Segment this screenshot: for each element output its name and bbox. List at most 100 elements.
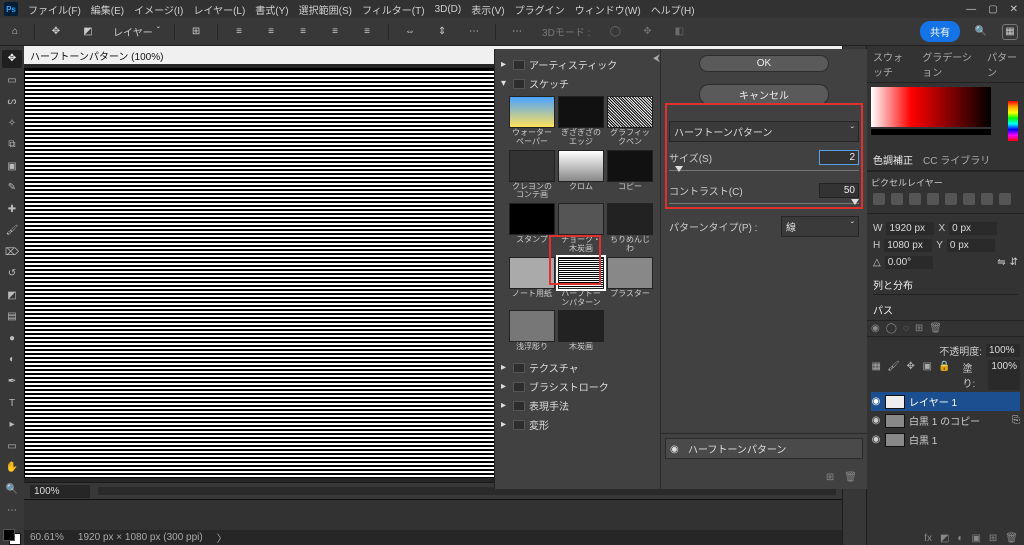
param-size-input[interactable] [819,150,859,165]
history-brush-icon[interactable]: ↺ [2,265,22,283]
hue-strip[interactable] [1008,101,1018,141]
category-distort[interactable]: ▸変形 [499,415,656,434]
thumb-chrome[interactable]: クロム [558,150,604,201]
visibility-toggle-icon[interactable]: ◉ [871,396,881,407]
layer-dropdown[interactable]: レイヤー ˇ [109,22,164,41]
category-artistic[interactable]: ▸アーティスティック [499,55,656,74]
category-brushstrokes[interactable]: ▸ブラシストローク [499,377,656,396]
edit-toolbar-icon[interactable]: ⋯ [2,502,22,520]
lock-all-icon[interactable]: 🔒 [939,360,951,372]
stamp-tool-icon[interactable]: ⌦ [2,244,22,262]
adjustment-layer-icon[interactable]: ◐ [957,533,963,544]
tab-gradients[interactable]: グラデーション [922,49,977,79]
move-tool-icon[interactable]: ✥ [45,21,67,43]
param-contrast-slider[interactable] [669,200,859,208]
fx-icon[interactable]: fx [924,533,932,544]
ok-button[interactable]: OK [699,55,829,72]
adj-brightness-icon[interactable] [873,193,885,205]
move-tool-icon[interactable]: ✥ [2,50,22,68]
layer-row[interactable]: ◉ 白黒 1 [871,430,1020,449]
thumb-photocopy[interactable]: コピー [607,150,653,201]
minimize-icon[interactable]: ― [966,4,976,15]
heal-tool-icon[interactable]: ✚ [2,201,22,219]
param-contrast-input[interactable] [819,183,859,198]
dodge-tool-icon[interactable]: ◐ [2,351,22,369]
align-middle-icon[interactable]: ≡ [356,21,378,43]
filter-type-dropdown[interactable]: ハーフトーンパターンˇ [669,121,859,142]
tab-cclibrary[interactable]: CC ライブラリ [923,152,990,167]
distribute-space-icon[interactable]: ⋯ [463,21,485,43]
adj-bw-icon[interactable] [981,193,993,205]
prop-w[interactable]: 1920 px [886,222,934,235]
eyedropper-tool-icon[interactable]: ✎ [2,179,22,197]
share-button[interactable]: 共有 [920,21,960,42]
pen-tool-icon[interactable]: ✒ [2,373,22,391]
align-right-icon[interactable]: ≡ [292,21,314,43]
thumb-graphic-pen[interactable]: グラフィックペン [607,96,653,147]
align-center-icon[interactable]: ≡ [260,21,282,43]
trash-icon[interactable]: 🗑 [844,472,857,483]
more-icon[interactable]: ⋯ [506,21,528,43]
new-layer-icon[interactable]: ⊞ [989,533,997,544]
prop-x[interactable]: 0 px [949,222,997,235]
adj-vibrance-icon[interactable] [945,193,957,205]
menu-type[interactable]: 書式(Y) [255,2,288,17]
effect-item-halftone[interactable]: ◉ ハーフトーンパターン [665,438,863,459]
adj-hue-icon[interactable] [963,193,975,205]
close-icon[interactable]: ✕ [1010,4,1018,15]
opacity-value[interactable]: 100% [986,344,1020,357]
marquee-tool-icon[interactable]: ▭ [2,72,22,90]
workspace-switch-icon[interactable]: ▦ [1002,24,1018,40]
menu-3d[interactable]: 3D(D) [435,4,462,15]
fg-bg-color[interactable] [3,529,21,545]
prop-y[interactable]: 0 px [947,239,995,252]
frame-tool-icon[interactable]: ▣ [2,158,22,176]
thumb-plaster[interactable]: プラスター [607,257,653,308]
tab-adjustments[interactable]: 色調補正 [873,152,913,167]
menu-layer[interactable]: レイヤー(L) [193,2,245,17]
adj-photofilter-icon[interactable] [999,193,1011,205]
distribute-v-icon[interactable]: ⇕ [431,21,453,43]
fill-value[interactable]: 100% [988,360,1020,390]
tab-paths[interactable]: パス [873,302,893,317]
menu-image[interactable]: イメージ(I) [134,2,183,17]
home-icon[interactable]: ⌂ [6,23,24,41]
menu-help[interactable]: ヘルプ(H) [651,2,695,17]
param-pattern-dropdown[interactable]: 線ˇ [781,216,859,237]
thumb-torn-edges[interactable]: ぎざぎざのエッジ [558,96,604,147]
maximize-icon[interactable]: ▢ [988,4,997,15]
path-select-icon[interactable]: ◌ [903,323,909,334]
type-tool-icon[interactable]: T [2,394,22,412]
shape-tool-icon[interactable]: ▭ [2,437,22,455]
cancel-button[interactable]: キャンセル [699,84,829,105]
gradient-tool-icon[interactable]: ▤ [2,308,22,326]
menu-edit[interactable]: 編集(E) [91,2,124,17]
layer-row[interactable]: ◉ 白黒 1 のコピー ⎘ [871,411,1020,430]
visibility-toggle-icon[interactable]: ◉ [871,415,881,426]
align-top-icon[interactable]: ≡ [324,21,346,43]
menu-filter[interactable]: フィルター(T) [362,2,425,17]
wand-tool-icon[interactable]: ✧ [2,115,22,133]
crop-tool-icon[interactable]: ⧉ [2,136,22,154]
hand-tool-icon[interactable]: ✋ [2,459,22,477]
adj-exposure-icon[interactable] [927,193,939,205]
lock-artboard-icon[interactable]: ▣ [922,360,933,372]
lock-trans-icon[interactable]: ▦ [871,360,882,372]
category-texture[interactable]: ▸テクスチャ [499,358,656,377]
mask-icon[interactable]: ◩ [940,533,949,544]
align-left-icon[interactable]: ≡ [228,21,250,43]
value-strip[interactable] [871,129,991,135]
tab-patterns[interactable]: パターン [987,49,1018,79]
category-stylize[interactable]: ▸表現手法 [499,396,656,415]
flip-h-icon[interactable]: ⇋ [997,257,1005,268]
adj-curves-icon[interactable] [909,193,921,205]
menu-window[interactable]: ウィンドウ(W) [575,2,641,17]
grid-icon[interactable]: ⊞ [185,21,207,43]
thumb-waterpaper[interactable]: ウォーターペーパー [509,96,555,147]
menu-plugin[interactable]: プラグイン [515,2,565,17]
prop-h[interactable]: 1080 px [884,239,932,252]
thumb-bas-relief[interactable]: 浅浮彫り [509,310,555,352]
lasso-tool-icon[interactable]: ᔕ [2,93,22,111]
link-icon[interactable]: ⎘ [1012,415,1020,426]
thumb-note-paper[interactable]: ノート用紙 [509,257,555,308]
